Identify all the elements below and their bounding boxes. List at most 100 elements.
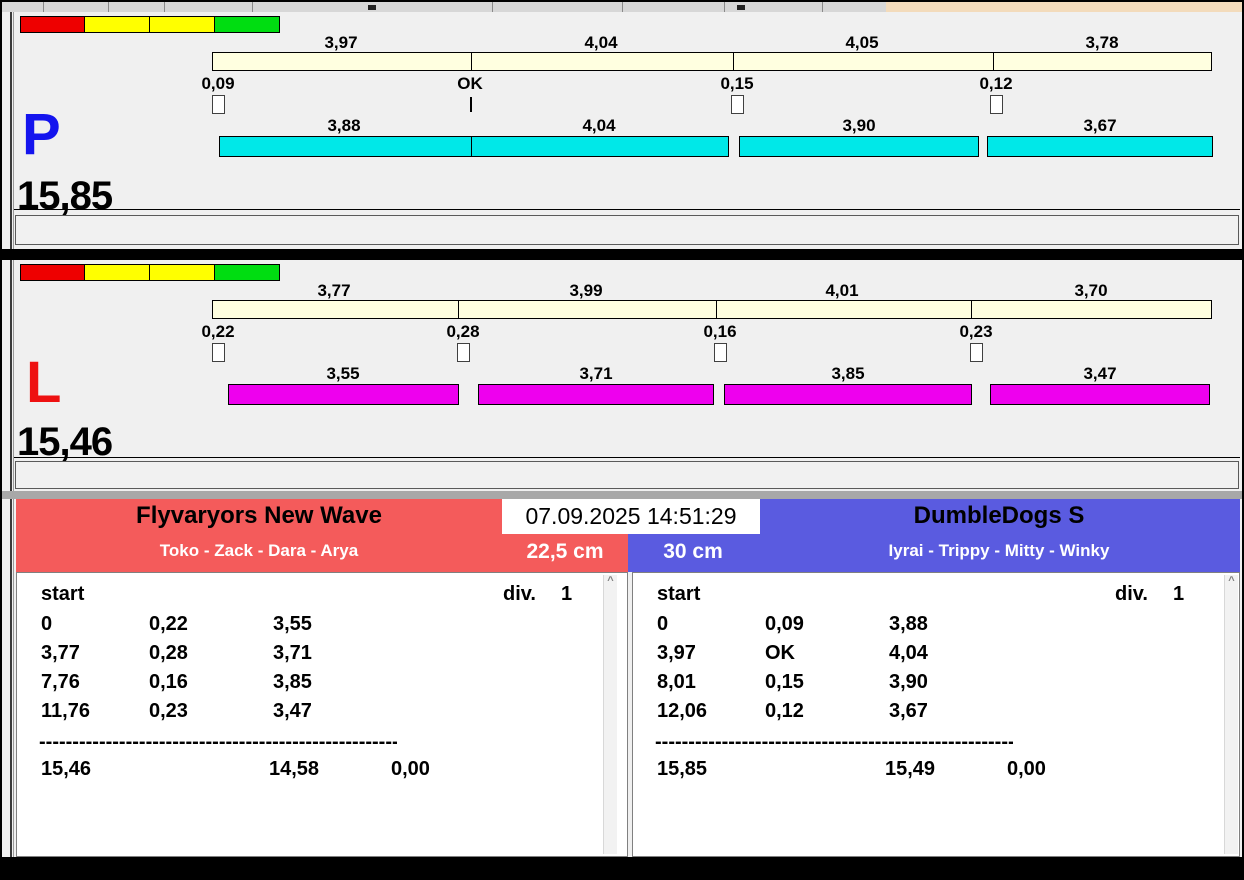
total-time: 15,46: [41, 758, 92, 780]
p-split-bar-2: [739, 136, 979, 157]
pass-checkbox[interactable]: [970, 343, 983, 362]
toolbar-separator: [252, 2, 253, 12]
p-lower-split-4: 3,67: [1083, 116, 1117, 135]
toolbar-icon: [737, 5, 745, 10]
table-cell: 3,90: [889, 671, 928, 693]
div-value: 1: [1173, 583, 1185, 605]
div-label: div.: [503, 583, 536, 605]
table-cell: 0,28: [149, 642, 188, 664]
table-cell: 11,76: [41, 700, 90, 722]
toolbar-separator: [724, 2, 725, 12]
scroll-up-icon[interactable]: ^: [1225, 576, 1238, 587]
right-results-table: start div. 1 0 0,09 3,88 3,97 OK 4,04 8,…: [632, 572, 1240, 857]
sum-splits: 15,49: [885, 758, 936, 780]
table-cell: 3,55: [273, 613, 312, 635]
toolbar-strip[interactable]: [2, 2, 1242, 12]
l-reaction-2: 0,28: [446, 322, 480, 341]
p-split-bar-3: [987, 136, 1213, 157]
toolbar-tan-area: [886, 2, 1242, 12]
divider-line: [14, 457, 1240, 458]
bar-divider: [458, 301, 459, 318]
right-team-dogs: Iyrai - Trippy - Mitty - Winky: [888, 541, 1110, 560]
l-reaction-4: 0,23: [959, 322, 993, 341]
start-light-red: [20, 16, 85, 33]
penalty: 0,00: [1007, 758, 1046, 780]
start-light-yellow2: [150, 264, 215, 281]
lane-l-total-time: 15,46: [17, 420, 113, 464]
pass-checkbox[interactable]: [731, 95, 744, 114]
scroll-up-icon[interactable]: ^: [604, 576, 617, 587]
table-cell: 7,76: [41, 671, 80, 693]
bar-divider: [471, 53, 472, 70]
l-upper-split-3: 4,01: [825, 281, 859, 300]
bottom-bar: [2, 857, 1242, 878]
table-cell: 3,77: [41, 642, 80, 664]
start-label: start: [41, 583, 85, 605]
table-cell: 3,88: [889, 613, 928, 635]
l-split-bar-3: [724, 384, 972, 405]
table-cell: 3,47: [273, 700, 312, 722]
p-reaction-1: 0,09: [201, 74, 235, 93]
section-divider: [2, 249, 1242, 260]
scrollbar-right[interactable]: ^: [1224, 575, 1238, 854]
table-cell: 0,12: [765, 700, 804, 722]
lane-p-total-time: 15,85: [17, 174, 113, 218]
scrollbar-left[interactable]: ^: [603, 575, 617, 854]
left-team-dogs: Toko - Zack - Dara - Arya: [159, 541, 359, 560]
table-cell: 3,85: [273, 671, 312, 693]
bar-divider: [993, 53, 994, 70]
l-lower-split-4: 3,47: [1083, 364, 1117, 383]
p-reaction-3: 0,15: [720, 74, 754, 93]
bar-divider: [471, 137, 472, 156]
toolbar-separator: [622, 2, 623, 12]
l-reaction-3: 0,16: [703, 322, 737, 341]
table-separator: ----------------------------------------…: [39, 731, 397, 753]
start-light-yellow2: [150, 16, 215, 33]
table-cell: 4,04: [889, 642, 928, 664]
table-cell: 3,97: [657, 642, 696, 664]
start-lights-l: [20, 264, 280, 281]
table-cell: 0,23: [149, 700, 188, 722]
l-upper-split-4: 3,70: [1074, 281, 1108, 300]
pass-checkbox[interactable]: [212, 343, 225, 362]
l-upper-split-1: 3,77: [317, 281, 351, 300]
right-team-name: DumbleDogs S: [913, 502, 1085, 529]
section-divider: [2, 491, 1242, 499]
right-jump-height: 30 cm: [663, 540, 723, 563]
l-lower-split-1: 3,55: [326, 364, 360, 383]
div-value: 1: [561, 583, 573, 605]
l-reaction-1: 0,22: [201, 322, 235, 341]
p-reaction-2: OK: [457, 74, 483, 93]
table-separator: ----------------------------------------…: [655, 731, 1013, 753]
bar-divider: [971, 301, 972, 318]
pass-checkbox[interactable]: [212, 95, 225, 114]
pass-checkbox[interactable]: [457, 343, 470, 362]
table-cell: 3,71: [273, 642, 312, 664]
start-lights-p: [20, 16, 280, 33]
table-cell: 0: [657, 613, 669, 635]
l-status-strip: [15, 461, 1239, 489]
toolbar-separator: [492, 2, 493, 12]
bar-divider: [716, 301, 717, 318]
left-team-name: Flyvaryors New Wave: [136, 502, 382, 529]
pass-checkbox[interactable]: [990, 95, 1003, 114]
toolbar-icon: [368, 5, 376, 10]
l-split-bar-2: [478, 384, 714, 405]
p-split-bar-1: [219, 136, 729, 157]
p-lower-split-3: 3,90: [842, 116, 876, 135]
p-reaction-4: 0,12: [979, 74, 1013, 93]
penalty: 0,00: [391, 758, 430, 780]
toolbar-separator: [822, 2, 823, 12]
lane-p-letter: P: [22, 102, 61, 167]
l-lower-split-3: 3,85: [831, 364, 865, 383]
pass-checkbox[interactable]: [714, 343, 727, 362]
start-light-yellow1: [85, 264, 150, 281]
window-frame-line: [13, 12, 14, 857]
l-split-bar-4: [990, 384, 1210, 405]
divider-line: [14, 209, 1240, 210]
table-cell: 8,01: [657, 671, 696, 693]
toolbar-separator: [164, 2, 165, 12]
sum-splits: 14,58: [269, 758, 320, 780]
left-jump-height: 22,5 cm: [526, 540, 604, 563]
table-cell: 0,09: [765, 613, 804, 635]
